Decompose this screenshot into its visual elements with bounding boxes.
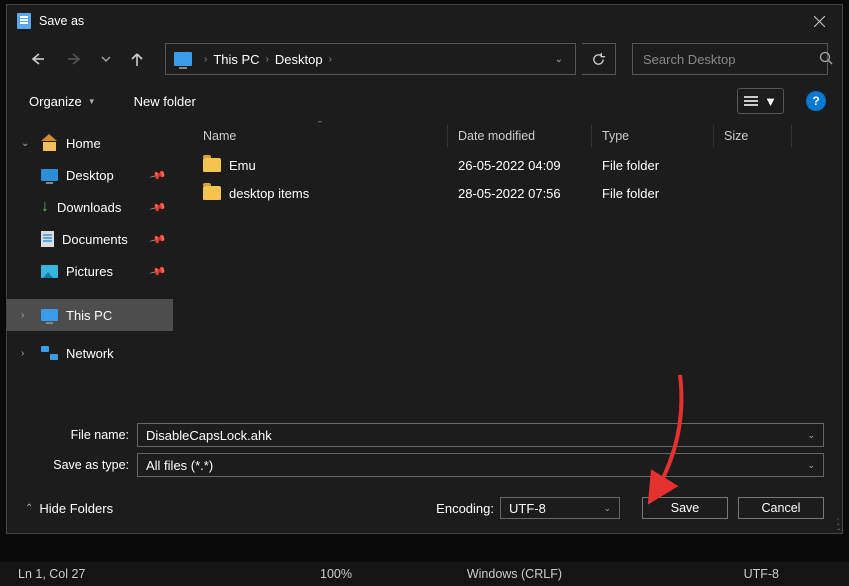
tree-pictures[interactable]: Pictures📌 [7,255,173,287]
nav-tree: ⌄Home Desktop📌 ↓Downloads📌 Documents📌 Pi… [7,121,173,411]
folder-icon [203,158,221,172]
form-area: File name: ⌄ Save as type: All files (*.… [7,411,842,483]
network-icon [41,346,58,360]
document-icon [41,231,54,247]
sort-asc-icon: ⌃ [193,121,447,130]
search-icon[interactable] [819,51,833,68]
chevron-right-icon[interactable]: › [21,348,33,359]
titlebar: Save as [7,5,842,37]
chevron-right-icon[interactable]: › [21,310,33,321]
breadcrumb-thispc[interactable]: This PC [213,52,259,67]
save-as-dialog: Save as › This PC › Desktop › ⌄ Organize… [6,4,843,534]
chevron-down-icon[interactable]: ⌄ [603,503,611,514]
col-name[interactable]: Name⌃ [193,125,448,147]
address-bar[interactable]: › This PC › Desktop › ⌄ [165,43,576,75]
col-type[interactable]: Type [592,125,714,147]
folder-icon [203,186,221,200]
tree-documents[interactable]: Documents📌 [7,223,173,255]
pictures-icon [41,265,58,278]
chevron-down-icon[interactable]: ⌄ [21,138,33,149]
download-icon: ↓ [41,198,49,216]
resize-grip[interactable]: .. .. . . [836,514,838,529]
tree-network[interactable]: ›Network [7,337,173,369]
help-button[interactable]: ? [806,91,826,111]
desktop-icon [41,169,58,181]
status-eol[interactable]: Windows (CRLF) [370,567,580,581]
cancel-button[interactable]: Cancel [738,497,824,519]
column-headers: Name⌃ Date modified Type Size [173,121,842,151]
close-button[interactable] [796,5,842,37]
chevron-right-icon: › [329,54,332,65]
pc-icon [41,309,58,321]
nav-row: › This PC › Desktop › ⌄ [7,37,842,81]
tree-thispc[interactable]: ›This PC [7,299,173,331]
new-folder-button[interactable]: New folder [128,90,202,113]
encoding-combo[interactable]: UTF-8⌄ [500,497,620,519]
pc-icon [174,52,192,66]
back-button[interactable] [21,43,53,75]
filename-combo[interactable]: ⌄ [137,423,824,447]
chevron-down-icon: ⌃ [25,503,33,514]
breadcrumb-desktop[interactable]: Desktop [275,52,323,67]
filename-input[interactable] [146,428,815,443]
encoding-label: Encoding: [436,501,494,516]
view-options-button[interactable]: ▼ [737,88,784,114]
app-icon [17,13,31,29]
editor-status-bar: Ln 1, Col 27 100% Windows (CRLF) UTF-8 [0,562,849,586]
search-box[interactable] [632,43,828,75]
forward-button[interactable] [59,43,91,75]
home-icon [41,136,58,151]
col-size[interactable]: Size [714,125,792,147]
filetype-combo[interactable]: All files (*.*) ⌄ [137,453,824,477]
organize-menu[interactable]: Organize▼ [23,90,102,113]
tree-desktop[interactable]: Desktop📌 [7,159,173,191]
chevron-down-icon[interactable]: ⌄ [549,54,569,65]
file-list: Name⌃ Date modified Type Size Emu 26-05-… [173,121,842,411]
file-row[interactable]: desktop items 28-05-2022 07:56 File fold… [173,179,842,207]
pin-icon: 📌 [149,166,167,184]
action-row: ⌃Hide Folders Encoding: UTF-8⌄ Save Canc… [7,483,842,533]
save-button[interactable]: Save [642,497,728,519]
hide-folders-button[interactable]: ⌃Hide Folders [25,501,113,516]
chevron-right-icon: › [266,54,269,65]
filename-label: File name: [25,428,137,442]
file-row[interactable]: Emu 26-05-2022 04:09 File folder [173,151,842,179]
pin-icon: 📌 [149,262,167,280]
chevron-right-icon: › [204,54,207,65]
refresh-button[interactable] [582,43,616,75]
up-button[interactable] [121,43,153,75]
status-position[interactable]: Ln 1, Col 27 [0,567,200,581]
filetype-label: Save as type: [25,458,137,472]
pin-icon: 📌 [149,198,167,216]
status-zoom[interactable]: 100% [200,567,370,581]
chevron-down-icon[interactable]: ⌄ [807,430,815,441]
window-title: Save as [39,14,796,28]
status-encoding[interactable]: UTF-8 [580,567,849,581]
chevron-down-icon[interactable]: ⌄ [807,460,815,471]
search-input[interactable] [643,52,819,67]
col-date[interactable]: Date modified [448,125,592,147]
recent-dropdown[interactable] [97,43,115,75]
pin-icon: 📌 [149,230,167,248]
tree-downloads[interactable]: ↓Downloads📌 [7,191,173,223]
toolbar: Organize▼ New folder ▼ ? [7,81,842,121]
tree-home[interactable]: ⌄Home [7,127,173,159]
